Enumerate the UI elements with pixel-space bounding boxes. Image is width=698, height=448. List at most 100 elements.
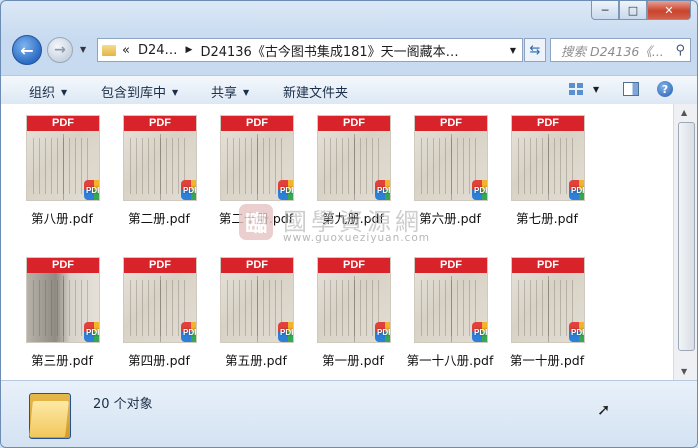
pdf-app-icon: PDF — [472, 322, 487, 342]
pdf-thumbnail: PDF PDF — [26, 257, 100, 343]
pdf-thumbnail: PDF PDF — [511, 115, 585, 201]
chevron-down-icon: ▼ — [593, 84, 600, 94]
include-in-library-menu[interactable]: 包含到库中 ▼ — [101, 82, 178, 101]
navigation-bar: ← → ▼ « D24… ▶ D24136《古今图书集成181》天一阁藏本… ▼… — [1, 34, 697, 66]
folder-icon — [29, 389, 71, 439]
refresh-icon: ⇆ — [529, 42, 541, 58]
pdf-app-icon: PDF — [181, 322, 196, 342]
file-item[interactable]: PDF PDF 第二十册.pdf — [217, 115, 314, 243]
pdf-banner: PDF — [318, 258, 390, 273]
file-item[interactable]: PDF PDF 第三册.pdf — [23, 257, 120, 385]
pdf-app-icon: PDF — [278, 180, 293, 200]
file-item[interactable]: PDF PDF 第七册.pdf — [508, 115, 605, 243]
help-button[interactable]: ? — [657, 80, 673, 98]
file-item[interactable]: PDF PDF 第六册.pdf — [411, 115, 508, 243]
pdf-app-icon: PDF — [181, 180, 196, 200]
pdf-thumbnail: PDF PDF — [220, 257, 294, 343]
recent-pages-dropdown[interactable]: ▼ — [80, 45, 86, 54]
address-dropdown-icon[interactable]: ▼ — [510, 46, 516, 55]
pdf-thumbnail: PDF PDF — [414, 257, 488, 343]
search-box[interactable]: 搜索 D24136《... ⚲ — [550, 38, 691, 62]
breadcrumb-item[interactable]: D24… — [138, 43, 178, 58]
pdf-banner: PDF — [415, 116, 487, 131]
pdf-app-icon: PDF — [375, 322, 390, 342]
chevron-down-icon: ▼ — [172, 88, 179, 97]
file-name: 第一十册.pdf — [509, 353, 585, 368]
command-bar: 组织 ▼ 包含到库中 ▼ 共享 ▼ 新建文件夹 ▼ ? — [1, 75, 697, 105]
pdf-thumbnail: PDF PDF — [123, 115, 197, 201]
pdf-app-icon: PDF — [375, 180, 390, 200]
file-item[interactable]: PDF PDF 第八册.pdf — [23, 115, 120, 243]
view-options-button[interactable]: ▼ — [569, 80, 599, 98]
file-name: 第三册.pdf — [31, 353, 93, 368]
explorer-window: ─ □ ✕ ← → ▼ « D24… ▶ D24136《古今图书集成181》天一… — [0, 0, 698, 448]
pdf-app-icon: PDF — [278, 322, 293, 342]
file-name: 第六册.pdf — [419, 211, 481, 226]
new-folder-button[interactable]: 新建文件夹 — [283, 82, 348, 101]
pdf-banner: PDF — [512, 258, 584, 273]
object-count: 20 个对象 — [93, 397, 153, 412]
view-grid-icon — [569, 83, 583, 95]
pdf-banner: PDF — [512, 116, 584, 131]
file-item[interactable]: PDF PDF 第九册.pdf — [314, 115, 411, 243]
pdf-thumbnail: PDF PDF — [414, 115, 488, 201]
file-list[interactable]: PDF PDF 第八册.pdf PDF PDF 第二册.pdf PDF PDF 第二十册.pdf… — [1, 104, 673, 380]
caption-buttons: ─ □ ✕ — [591, 1, 691, 20]
file-item[interactable]: PDF PDF 第五册.pdf — [217, 257, 314, 385]
file-item[interactable]: PDF PDF 第四册.pdf — [120, 257, 217, 385]
scroll-down-icon[interactable]: ▼ — [681, 367, 687, 376]
close-button[interactable]: ✕ — [647, 1, 691, 20]
pdf-banner: PDF — [27, 258, 99, 273]
file-item[interactable]: PDF PDF 第一十八册.pdf — [407, 257, 508, 385]
forward-button[interactable]: → — [47, 37, 73, 63]
scroll-up-icon[interactable]: ▲ — [681, 108, 687, 117]
pdf-thumbnail: PDF PDF — [511, 257, 585, 343]
scrollbar-thumb[interactable] — [678, 122, 695, 351]
vertical-scrollbar[interactable]: ▲ ▼ — [673, 104, 697, 380]
pdf-banner: PDF — [27, 116, 99, 131]
pdf-app-icon: PDF — [84, 180, 99, 200]
refresh-button[interactable]: ⇆ — [524, 38, 546, 62]
file-name: 第八册.pdf — [31, 211, 93, 226]
breadcrumb-item[interactable]: D24136《古今图书集成181》天一阁藏本… — [200, 41, 458, 60]
organize-menu[interactable]: 组织 ▼ — [29, 82, 67, 101]
file-name: 第七册.pdf — [516, 211, 578, 226]
minimize-button[interactable]: ─ — [591, 1, 619, 20]
file-name: 第四册.pdf — [128, 353, 190, 368]
pdf-banner: PDF — [318, 116, 390, 131]
search-icon[interactable]: ⚲ — [675, 43, 685, 58]
pdf-thumbnail: PDF PDF — [317, 115, 391, 201]
pdf-app-icon: PDF — [472, 180, 487, 200]
search-placeholder: 搜索 D24136《... — [561, 43, 664, 59]
folder-icon — [102, 44, 116, 56]
chevron-down-icon: ▼ — [243, 88, 250, 97]
pdf-app-icon: PDF — [569, 322, 584, 342]
file-item[interactable]: PDF PDF 第一册.pdf — [314, 257, 411, 385]
pdf-app-icon: PDF — [569, 180, 584, 200]
pdf-banner: PDF — [221, 116, 293, 131]
back-button[interactable]: ← — [12, 35, 42, 65]
pdf-thumbnail: PDF PDF — [317, 257, 391, 343]
details-pane: 20 个对象 — [1, 380, 697, 447]
share-menu[interactable]: 共享 ▼ — [211, 82, 249, 101]
file-name: 第二十册.pdf — [218, 211, 294, 226]
arrow-right-icon: → — [54, 42, 66, 58]
file-name: 第一册.pdf — [322, 353, 384, 368]
preview-pane-icon — [623, 82, 639, 96]
pdf-app-icon: PDF — [84, 322, 99, 342]
address-bar[interactable]: « D24… ▶ D24136《古今图书集成181》天一阁藏本… ▼ — [97, 38, 523, 62]
file-name: 第一十八册.pdf — [406, 353, 494, 368]
maximize-button[interactable]: □ — [619, 1, 647, 20]
pdf-thumbnail: PDF PDF — [123, 257, 197, 343]
file-name: 第九册.pdf — [322, 211, 384, 226]
file-name: 第二册.pdf — [128, 211, 190, 226]
address-overflow[interactable]: « — [122, 43, 130, 58]
pdf-banner: PDF — [124, 116, 196, 131]
help-icon: ? — [657, 81, 673, 97]
breadcrumb-separator-icon[interactable]: ▶ — [186, 45, 193, 55]
arrow-left-icon: ← — [20, 40, 34, 60]
file-item[interactable]: PDF PDF 第二册.pdf — [120, 115, 217, 243]
preview-pane-button[interactable] — [623, 80, 639, 98]
file-item[interactable]: PDF PDF 第一十册.pdf — [508, 257, 605, 385]
pdf-thumbnail: PDF PDF — [26, 115, 100, 201]
